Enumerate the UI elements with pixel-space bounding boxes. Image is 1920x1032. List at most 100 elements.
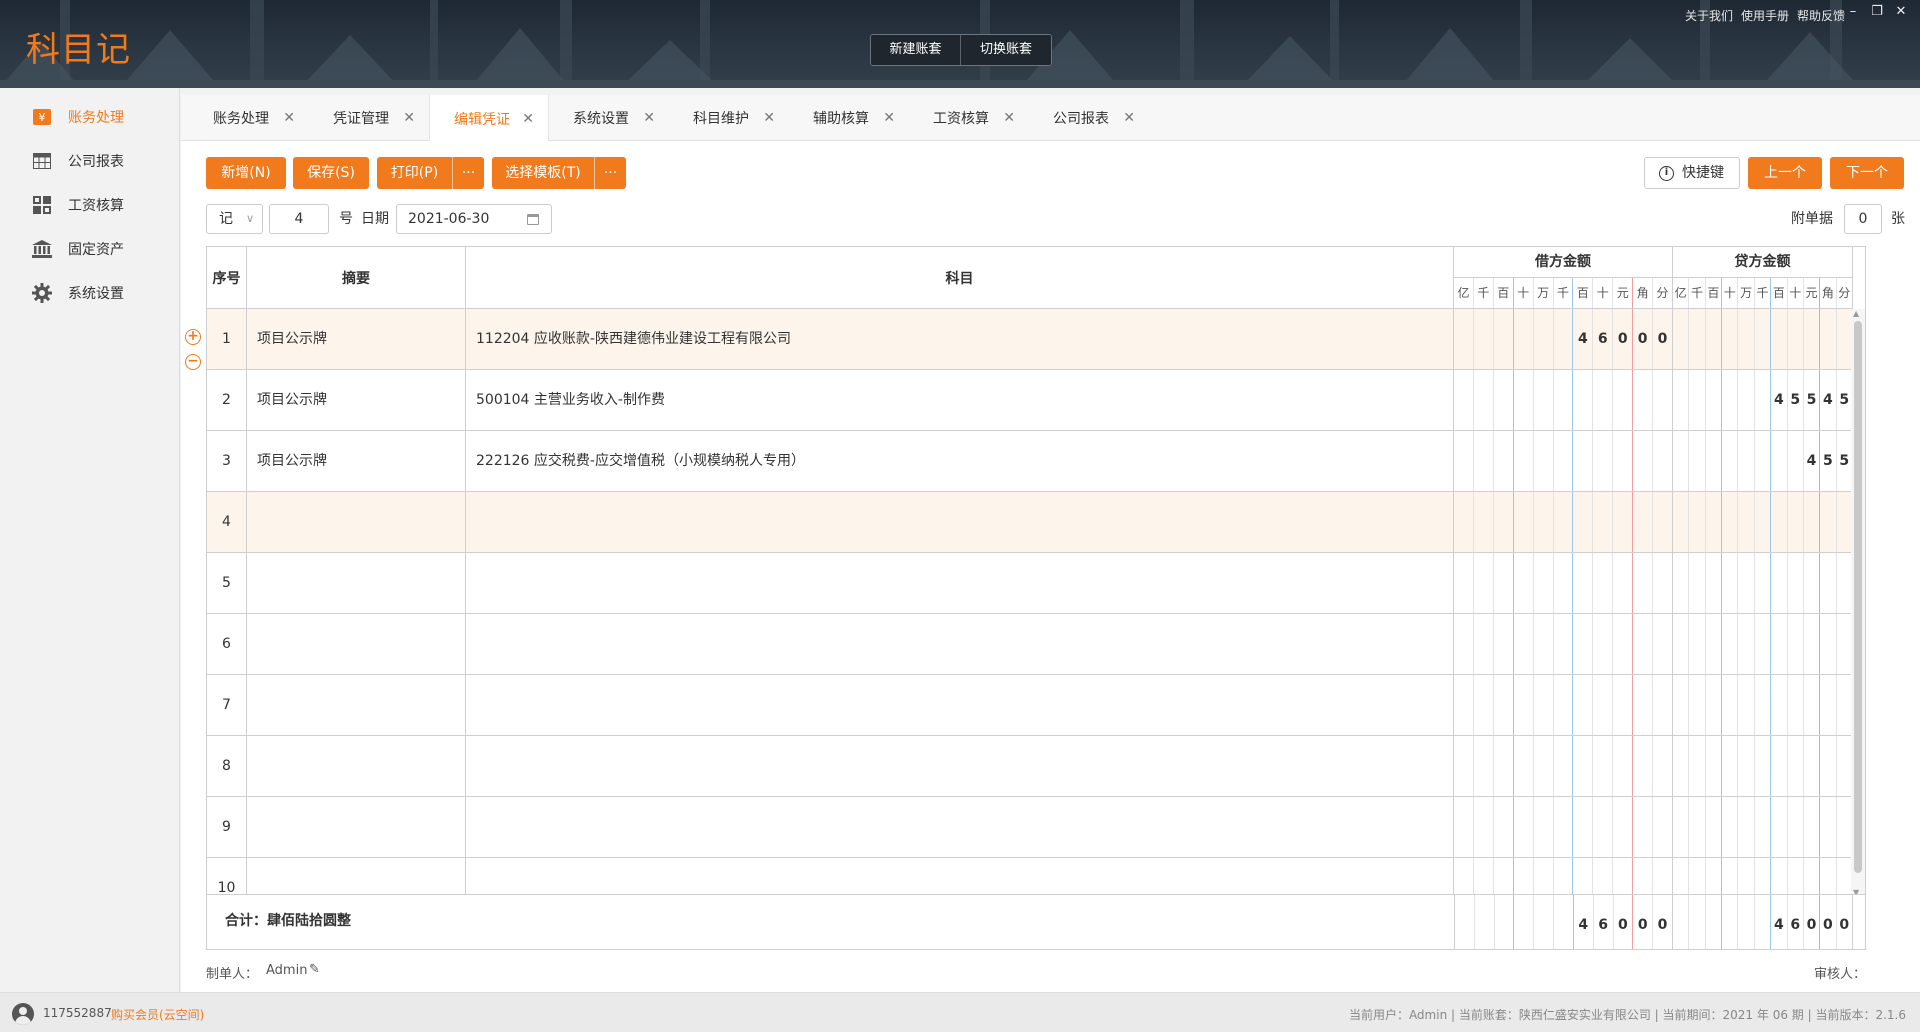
summary-cell[interactable]: [247, 675, 466, 735]
switch-account-set-button[interactable]: 切换账套: [961, 35, 1051, 65]
sidebar-item-settings[interactable]: 系统设置: [0, 271, 179, 315]
credit-cell[interactable]: [1673, 736, 1853, 796]
debit-cell[interactable]: [1454, 675, 1673, 735]
account-cell[interactable]: [466, 614, 1454, 674]
table-row[interactable]: 2 项目公示牌 500104 主营业务收入-制作费 4 5 5 4 5: [207, 370, 1853, 431]
manual-link[interactable]: 使用手册: [1741, 7, 1789, 24]
table-row[interactable]: 9: [207, 797, 1853, 858]
next-button[interactable]: 下一个: [1830, 157, 1904, 189]
close-tab-icon[interactable]: ✕: [1003, 110, 1015, 126]
buy-member-link[interactable]: 购买会员(云空间): [111, 1006, 204, 1023]
sidebar-item-accounting[interactable]: ¥ 账务处理: [0, 95, 179, 139]
credit-cell[interactable]: [1673, 553, 1853, 613]
add-button[interactable]: 新增(N): [206, 157, 286, 189]
account-cell[interactable]: [466, 675, 1454, 735]
tab-auxiliary-accounting[interactable]: 辅助核算 ✕: [789, 95, 909, 141]
close-tab-icon[interactable]: ✕: [763, 110, 775, 126]
tab-company-reports[interactable]: 公司报表 ✕: [1029, 95, 1149, 141]
summary-cell[interactable]: [247, 736, 466, 796]
table-row[interactable]: 7: [207, 675, 1853, 736]
tab-system-settings[interactable]: 系统设置 ✕: [549, 95, 669, 141]
debit-cell[interactable]: [1454, 370, 1673, 430]
prev-button[interactable]: 上一个: [1748, 157, 1822, 189]
digit-label: 十: [1514, 278, 1534, 308]
debit-cell[interactable]: [1454, 431, 1673, 491]
table-row[interactable]: 3 项目公示牌 222126 应交税费-应交增值税（小规模纳税人专用） 4 5 5: [207, 431, 1853, 492]
close-tab-icon[interactable]: ✕: [1123, 110, 1135, 126]
account-cell[interactable]: [466, 492, 1454, 552]
tab-payroll[interactable]: 工资核算 ✕: [909, 95, 1029, 141]
select-template-button[interactable]: 选择模板(T): [492, 157, 594, 189]
summary-cell[interactable]: 项目公示牌: [247, 431, 466, 491]
print-button[interactable]: 打印(P): [377, 157, 452, 189]
table-row[interactable]: 4: [207, 492, 1853, 553]
credit-cell[interactable]: 45545: [1673, 370, 1853, 430]
account-cell[interactable]: 500104 主营业务收入-制作费: [466, 370, 1454, 430]
scroll-thumb[interactable]: [1854, 321, 1862, 873]
debit-cell[interactable]: [1454, 553, 1673, 613]
amount-digit: 6: [1593, 309, 1614, 369]
voucher-type-select[interactable]: 记 ∨: [206, 204, 263, 234]
sidebar-item-fixed-assets[interactable]: 固定资产: [0, 227, 179, 271]
summary-cell[interactable]: [247, 614, 466, 674]
restore-icon[interactable]: ❐: [1870, 4, 1884, 19]
credit-cell[interactable]: [1673, 492, 1853, 552]
close-tab-icon[interactable]: ✕: [883, 110, 895, 126]
credit-cell[interactable]: 455: [1673, 431, 1853, 491]
template-more-button[interactable]: ···: [594, 157, 626, 189]
new-account-set-button[interactable]: 新建账套: [871, 35, 961, 65]
amount-digit: [1573, 370, 1594, 430]
sidebar-item-payroll[interactable]: 工资核算: [0, 183, 179, 227]
debit-cell[interactable]: [1454, 797, 1673, 857]
summary-cell[interactable]: 项目公示牌: [247, 370, 466, 430]
table-row[interactable]: 1 项目公示牌 112204 应收账款-陕西建德伟业建设工程有限公司 4 6 0 0 0: [207, 309, 1853, 370]
table-row[interactable]: 8: [207, 736, 1853, 797]
print-more-button[interactable]: ···: [452, 157, 484, 189]
summary-cell[interactable]: [247, 797, 466, 857]
debit-cell[interactable]: 46000: [1454, 309, 1673, 369]
account-cell[interactable]: 222126 应交税费-应交增值税（小规模纳税人专用）: [466, 431, 1454, 491]
shortcut-button[interactable]: i 快捷键: [1644, 157, 1740, 189]
account-cell[interactable]: 112204 应收账款-陕西建德伟业建设工程有限公司: [466, 309, 1454, 369]
avatar[interactable]: [12, 1003, 34, 1025]
account-cell[interactable]: [466, 553, 1454, 613]
add-row-icon[interactable]: +: [185, 329, 201, 345]
credit-cell[interactable]: [1673, 797, 1853, 857]
debit-cell[interactable]: [1454, 492, 1673, 552]
save-button[interactable]: 保存(S): [293, 157, 369, 189]
close-tab-icon[interactable]: ✕: [403, 110, 415, 126]
amount-digit: [1653, 553, 1672, 613]
tab-edit-voucher[interactable]: 编辑凭证 ✕: [429, 95, 549, 142]
table-row[interactable]: 5: [207, 553, 1853, 614]
table-row[interactable]: 6: [207, 614, 1853, 675]
tab-voucher-management[interactable]: 凭证管理 ✕: [309, 95, 429, 141]
close-tab-icon[interactable]: ✕: [643, 110, 655, 126]
total-label: 合计：肆佰陆拾圆整: [225, 913, 351, 929]
sidebar-item-reports[interactable]: 公司报表: [0, 139, 179, 183]
tab-accounting[interactable]: 账务处理 ✕: [189, 95, 309, 141]
account-cell[interactable]: [466, 736, 1454, 796]
pencil-icon[interactable]: ✎: [309, 962, 320, 977]
tab-account-maintenance[interactable]: 科目维护 ✕: [669, 95, 789, 141]
table-scrollbar[interactable]: ▲ ▼: [1851, 309, 1865, 897]
minimize-icon[interactable]: –: [1846, 4, 1860, 19]
attachment-count-input[interactable]: 0: [1844, 204, 1882, 234]
remove-row-icon[interactable]: −: [185, 354, 201, 370]
credit-cell[interactable]: [1673, 614, 1853, 674]
scroll-up-icon[interactable]: ▲: [1853, 309, 1859, 318]
account-cell[interactable]: [466, 797, 1454, 857]
summary-cell[interactable]: 项目公示牌: [247, 309, 466, 369]
feedback-link[interactable]: 帮助反馈: [1797, 7, 1845, 24]
about-link[interactable]: 关于我们: [1685, 7, 1733, 24]
credit-cell[interactable]: [1673, 309, 1853, 369]
close-icon[interactable]: ✕: [1894, 4, 1908, 19]
date-picker[interactable]: 2021-06-30: [396, 204, 552, 234]
close-tab-icon[interactable]: ✕: [522, 111, 534, 127]
debit-cell[interactable]: [1454, 736, 1673, 796]
close-tab-icon[interactable]: ✕: [283, 110, 295, 126]
voucher-number-input[interactable]: 4: [269, 204, 329, 234]
summary-cell[interactable]: [247, 492, 466, 552]
debit-cell[interactable]: [1454, 614, 1673, 674]
summary-cell[interactable]: [247, 553, 466, 613]
credit-cell[interactable]: [1673, 675, 1853, 735]
